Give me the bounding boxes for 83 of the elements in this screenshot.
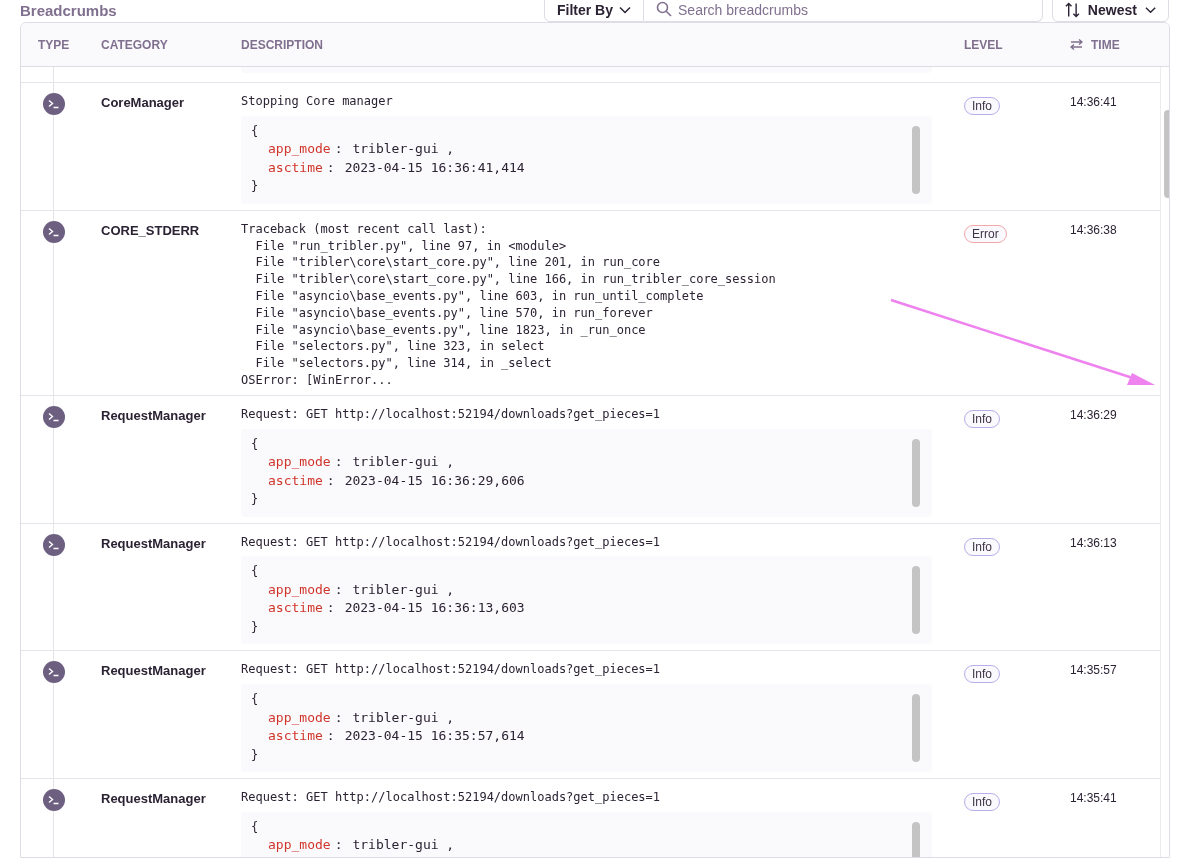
json-key: app_mode [268,708,331,728]
sort-dropdown[interactable]: Newest [1052,0,1169,22]
terminal-icon [42,220,65,243]
json-brace: { [251,436,259,451]
description-text: Stopping Core manager [241,93,394,110]
swap-icon [1070,39,1083,50]
description-text: Traceback (most recent call last): File "run_tribler.py", line 97, in <module> File "tribler\core\start_core.py", line 201, in run_core File "tribler\core\start_core.py", line 166, in run_tribler_core_session File "asyncio\base_events.py", line 603, in run_until_complete File "asyncio\base_events.py", line 570, in run_forever File "asyncio\base_events.py", line 1823, in _run_once File "selectors.py", line 323, in select File "selectors.py", line 314, in _select OSError: [WinError... [241,220,777,389]
json-key: app_mode [268,836,331,855]
time-label: 14:36:29 [1070,407,1117,422]
json-separator: : [334,453,343,472]
json-value: 2023-04-15 16:35:57,614 [344,727,525,746]
level-badge: Info [964,793,1000,812]
level-badge: Info [964,97,1000,115]
json-brace: } [251,179,259,194]
time-label: 14:36:38 [1070,222,1117,237]
category-label: CoreManager [101,95,185,110]
terminal-icon [42,93,65,115]
json-separator: : [326,727,335,746]
json-brace: } [251,747,259,762]
json-key: app_mode [268,453,331,472]
json-brace: } [251,492,259,507]
json-value: 2023-04-15 16:36:41,414 [344,158,525,177]
time-label: 14:35:41 [1070,791,1117,806]
terminal-icon [42,789,65,812]
json-brace: { [251,692,259,707]
category-label: RequestManager [101,663,206,679]
json-separator: : [326,599,335,618]
json-separator: : [326,158,335,177]
json-key: asctime [268,158,323,178]
column-header[interactable]: LEVEL [964,35,1003,54]
json-separator: : [334,140,343,159]
description-text: Request: GET http://localhost:52194/downloads?get_pieces=1 [241,661,662,679]
json-brace: { [251,123,259,138]
column-header[interactable]: TIME [1091,35,1120,54]
json-key: app_mode [268,140,331,159]
scrollbar-thumb[interactable] [912,694,920,763]
category-label: CORE_STDERR [101,222,200,238]
json-key: asctime [268,599,323,618]
scrollbar-thumb[interactable] [912,125,920,194]
json-value: 2023-04-15 16:36:29,606 [344,471,525,490]
chevron-down-icon [1144,6,1156,14]
search-icon [656,1,672,17]
category-label: RequestManager [101,791,206,807]
json-brace: { [251,819,259,834]
json-value: tribler-gui , [352,580,455,599]
terminal-icon [42,533,65,556]
level-badge: Info [964,665,1000,684]
json-key: app_mode [268,580,331,600]
json-key: asctime [268,727,323,746]
time-label: 14:36:13 [1070,535,1117,550]
json-separator: : [334,708,343,727]
json-value: tribler-gui , [352,453,455,472]
category-label: RequestManager [101,535,206,551]
search-field[interactable]: Search breadcrumbs [644,0,1043,22]
json-value: tribler-gui , [352,836,455,855]
column-header[interactable]: TYPE [38,35,70,54]
description-text: Request: GET http://localhost:52194/downloads?get_pieces=1 [241,533,662,551]
json-separator: : [334,836,343,855]
description-text: Request: GET http://localhost:52194/downloads?get_pieces=1 [241,405,662,423]
json-brace: { [251,564,259,579]
chevron-down-icon [619,6,631,14]
json-separator: : [334,580,343,599]
time-label: 14:35:57 [1070,663,1117,678]
json-separator: : [326,471,335,490]
json-value: tribler-gui , [352,140,455,159]
scrollbar-thumb[interactable] [912,566,920,635]
level-badge: Info [964,409,1000,428]
terminal-icon [42,661,65,684]
terminal-icon [42,405,65,428]
time-label: 14:36:41 [1070,95,1117,109]
scrollbar-thumb[interactable] [912,438,920,507]
json-key: asctime [268,471,323,491]
level-badge: Error [964,224,1007,243]
json-value: 2023-04-15 16:36:13,603 [344,599,525,618]
sort-icon [1065,2,1080,18]
column-header[interactable]: CATEGORY [101,35,168,54]
json-brace: } [251,619,259,634]
level-badge: Info [964,537,1000,556]
category-label: RequestManager [101,407,206,423]
json-value: tribler-gui , [352,708,455,727]
description-text: Request: GET http://localhost:52194/downloads?get_pieces=1 [241,789,662,806]
section-title: Breadcrumbs [20,1,117,21]
column-header[interactable]: DESCRIPTION [241,35,323,54]
